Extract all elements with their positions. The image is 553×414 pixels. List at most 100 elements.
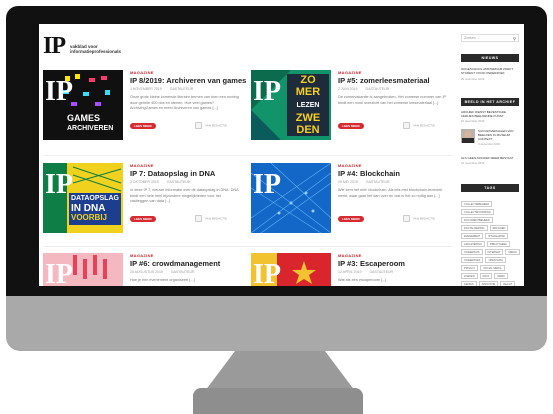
post-category[interactable]: MAGAZINE bbox=[338, 70, 362, 75]
tag-link[interactable]: SOCIAL MEDIA bbox=[480, 265, 505, 271]
post-title[interactable]: IP #5: zomerleesmateriaal bbox=[338, 76, 430, 85]
post-category[interactable]: MAGAZINE bbox=[130, 70, 154, 75]
sidebar-heading-tags: TAGS bbox=[461, 184, 519, 192]
tag-link[interactable]: IP MAGAZINE bbox=[485, 233, 508, 239]
tag-link[interactable]: ONDERZOEK bbox=[461, 257, 484, 263]
sidebar-blog-link[interactable]: SUCCESVERHALEN VAN BEELDEN IN MUSEUM CON… bbox=[478, 129, 520, 141]
post-excerpt: Wat als een escaperoom [...] bbox=[338, 278, 387, 282]
post-thumbnail[interactable]: IP bbox=[251, 163, 331, 233]
divider bbox=[43, 155, 453, 156]
tag-link[interactable]: RECHT bbox=[500, 281, 516, 286]
monitor-stand-foot bbox=[193, 388, 363, 414]
post-card: IP MAGAZINE IP #6: crowdmanagement 26 AU… bbox=[43, 253, 248, 286]
tag-link[interactable]: BIBLIOTHEEK bbox=[487, 241, 511, 247]
post-author-tag[interactable]: GASTAUTEUR bbox=[170, 87, 194, 91]
post-author-tag[interactable]: GASTAUTEUR bbox=[369, 270, 393, 274]
tag-link[interactable]: ERFGOED bbox=[489, 225, 509, 231]
tag-link[interactable]: EVENEMENT bbox=[461, 233, 484, 239]
tag-cloud: COLLECTIEBEHEER COLLECTIEVORMING DOCUMENTB… bbox=[461, 201, 521, 286]
post-title[interactable]: IP #3: Escaperoom bbox=[338, 259, 405, 268]
author-name: VAN REDACTIE bbox=[205, 216, 227, 221]
author-name: VAN REDACTIE bbox=[413, 123, 435, 128]
search-placeholder: Zoeken ... bbox=[464, 36, 480, 40]
post-category[interactable]: MAGAZINE bbox=[338, 253, 362, 258]
author-name: VAN REDACTIE bbox=[413, 216, 435, 221]
post-author[interactable]: VAN REDACTIE bbox=[195, 215, 227, 222]
sidebar-blog-date: 15 december 2019 bbox=[461, 119, 485, 123]
post-date: 3 NOVEMBER 2019 bbox=[130, 87, 162, 91]
tag-link[interactable]: COLLECTIEBEHEER bbox=[461, 201, 493, 207]
post-thumbnail[interactable]: IP bbox=[251, 253, 331, 286]
tag-link[interactable]: PRIVACY bbox=[461, 265, 479, 271]
post-thumbnail[interactable]: IP GAMES ARCHIVEREN bbox=[43, 70, 123, 140]
avatar bbox=[403, 122, 410, 129]
post-author-tag[interactable]: GASTAUTEUR bbox=[365, 87, 389, 91]
read-more-button[interactable]: LEES MEER bbox=[130, 216, 156, 222]
post-title[interactable]: IP 7: Dataopslag in DNA bbox=[130, 169, 215, 178]
author-name: VAN REDACTIE bbox=[205, 123, 227, 128]
post-date: 26 AUGUSTUS 2019 bbox=[130, 270, 163, 274]
tag-link[interactable]: ZOEKEN bbox=[461, 273, 478, 279]
thumb-text: GAMES ARCHIVEREN bbox=[67, 113, 114, 133]
post-card: IP DATAOPSLAG IN DNA VOORBIJ MAGAZINE IP 7… bbox=[43, 163, 248, 251]
avatar bbox=[195, 122, 202, 129]
post-category[interactable]: MAGAZINE bbox=[338, 163, 362, 168]
post-meta: 26 AUGUSTUS 2019 GASTAUTEUR bbox=[130, 270, 203, 274]
svg-text:IP: IP bbox=[253, 259, 281, 286]
post-title[interactable]: IP 8/2019: Archiveren van games bbox=[130, 76, 246, 85]
post-thumbnail[interactable]: IP DATAOPSLAG IN DNA VOORBIJ bbox=[43, 163, 123, 233]
svg-text:IP: IP bbox=[253, 76, 281, 107]
post-author[interactable]: VAN REDACTIE bbox=[195, 122, 227, 129]
post-card: IP MAGAZINE IP #4: Blockchain 29 MEI 201… bbox=[251, 163, 456, 251]
tag-link[interactable]: DATA bbox=[479, 273, 493, 279]
search-icon[interactable]: ⚲ bbox=[513, 36, 516, 41]
tag-link[interactable]: ARCHIVERING bbox=[461, 241, 486, 247]
sidebar-news-date: 26 november 2019 bbox=[461, 77, 485, 81]
tag-link[interactable]: DIGITALISERING bbox=[461, 225, 488, 231]
post-date: 29 MEI 2019 bbox=[338, 180, 358, 184]
tag-link[interactable]: OPEN DATA bbox=[485, 257, 507, 263]
post-meta: 3 OKTOBER 2019 GASTAUTEUR bbox=[130, 180, 198, 184]
tag-link[interactable]: ONDERWIJS bbox=[461, 249, 483, 255]
tag-link[interactable]: WERK bbox=[494, 273, 508, 279]
post-title[interactable]: IP #4: Blockchain bbox=[338, 169, 400, 178]
sidebar-heading-blogs: BEELD IN HET ARCHIEF bbox=[461, 98, 519, 106]
search-input[interactable]: Zoeken ... ⚲ bbox=[461, 34, 519, 42]
tag-link[interactable]: DOCUMENTBEHEER bbox=[461, 217, 493, 223]
post-title[interactable]: IP #6: crowdmanagement bbox=[130, 259, 220, 268]
read-more-button[interactable]: LEES MEER bbox=[338, 123, 364, 129]
avatar bbox=[195, 215, 202, 222]
post-category[interactable]: MAGAZINE bbox=[130, 253, 154, 258]
sidebar-blog-link[interactable]: ALS GEEN ARCHIEF MEER BESTAAT bbox=[461, 156, 519, 160]
post-thumbnail[interactable]: IP bbox=[43, 253, 123, 286]
post-meta: 29 MEI 2019 GASTAUTEUR bbox=[338, 180, 398, 184]
post-excerpt: In deze IP 7: nieuwe informatie over de … bbox=[130, 188, 239, 203]
tag-link[interactable]: KENNIS bbox=[461, 281, 477, 286]
post-author[interactable]: VAN REDACTIE bbox=[403, 122, 435, 129]
tag-link[interactable]: MEDIA bbox=[505, 249, 520, 255]
post-card: IP MAGAZINE IP #3: Escaperoom 12 APRIL 2… bbox=[251, 253, 456, 286]
sidebar-news-link[interactable]: HOGESCHOOL AMSTERDAM ZOEKT STUDENT VOOR … bbox=[461, 67, 519, 75]
post-thumbnail[interactable]: IP ZO MER LEZEN ZWE DEN bbox=[251, 70, 331, 140]
post-category[interactable]: MAGAZINE bbox=[130, 163, 154, 168]
post-meta: 12 APRIL 2019 GASTAUTEUR bbox=[338, 270, 401, 274]
tag-link[interactable]: INTERNET bbox=[484, 249, 504, 255]
post-author[interactable]: VAN REDACTIE bbox=[403, 215, 435, 222]
thumb-text: ZO MER LEZEN ZWE DEN bbox=[287, 74, 329, 136]
post-author-tag[interactable]: GASTAUTEUR bbox=[167, 180, 191, 184]
site-logo[interactable]: IP bbox=[43, 34, 66, 58]
screen: IP vakblad voor informatieprofessionals … bbox=[39, 24, 524, 286]
post-date: 12 APRIL 2019 bbox=[338, 270, 362, 274]
post-meta: 3 NOVEMBER 2019 GASTAUTEUR bbox=[130, 87, 201, 91]
tag-link[interactable]: COLLECTIEVORMING bbox=[461, 209, 494, 215]
blog-photo[interactable] bbox=[461, 129, 475, 143]
sidebar-blog-link[interactable]: ARCHIEF DIENST BEVESTIGDE VERLIES BEELDE… bbox=[461, 110, 519, 118]
post-author-tag[interactable]: GASTAUTEUR bbox=[171, 270, 195, 274]
svg-text:IP: IP bbox=[45, 76, 73, 107]
site-tagline: vakblad voor informatieprofessionals bbox=[70, 44, 122, 54]
read-more-button[interactable]: LEES MEER bbox=[338, 216, 364, 222]
post-author-tag[interactable]: GASTAUTEUR bbox=[366, 180, 390, 184]
tag-link[interactable]: INNOVATIE bbox=[478, 281, 499, 286]
read-more-button[interactable]: LEES MEER bbox=[130, 123, 156, 129]
divider bbox=[43, 246, 453, 247]
